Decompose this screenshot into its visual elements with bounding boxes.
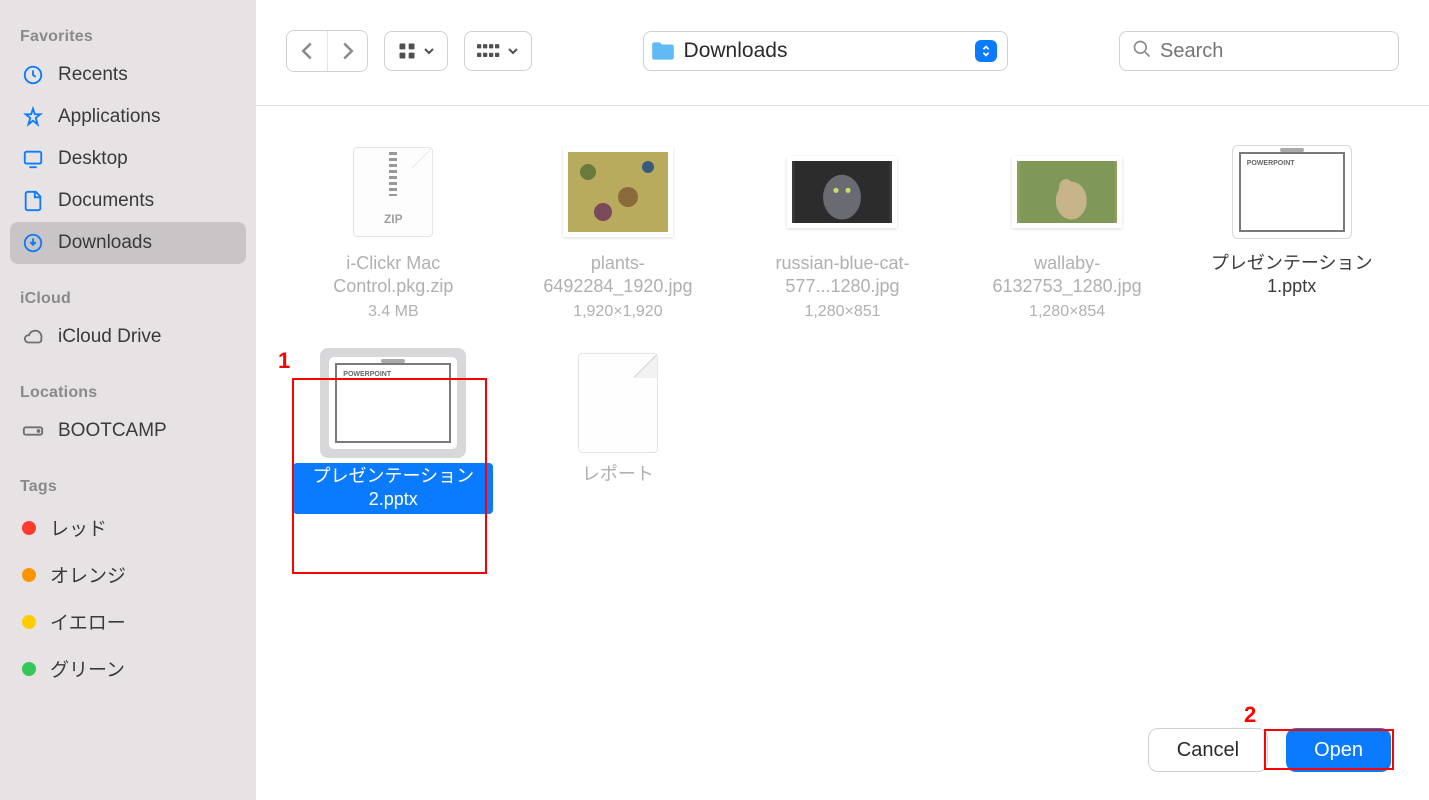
sidebar-item-label: Downloads — [58, 232, 152, 254]
file-name: plants-6492284_1920.jpg — [518, 252, 718, 299]
updown-chevron-icon — [975, 40, 997, 62]
nav-buttons — [286, 30, 368, 72]
chevron-down-icon — [507, 40, 519, 63]
file-meta: 3.4 MB — [368, 303, 419, 321]
annotation-box-2 — [1264, 729, 1394, 770]
image-thumbnail-icon — [787, 156, 897, 228]
tags-heading: Tags — [10, 470, 246, 504]
disk-icon — [22, 420, 44, 442]
sidebar-item-downloads[interactable]: Downloads — [10, 222, 246, 264]
sidebar-tag-red[interactable]: レッド — [10, 504, 246, 551]
folder-icon — [650, 40, 676, 62]
search-icon — [1132, 39, 1152, 64]
sidebar-item-applications[interactable]: Applications — [10, 96, 246, 138]
cancel-button[interactable]: Cancel — [1148, 728, 1268, 772]
sidebar-tag-label: イエロー — [50, 608, 126, 635]
search-bar[interactable] — [1119, 31, 1399, 71]
sidebar-item-label: Recents — [58, 64, 128, 86]
sidebar-item-label: Applications — [58, 106, 160, 128]
sidebar-item-icloud-drive[interactable]: iCloud Drive — [10, 316, 246, 358]
blank-document-icon — [578, 353, 658, 453]
sidebar-item-label: Documents — [58, 190, 154, 212]
sidebar-tag-label: レッド — [50, 514, 107, 541]
annotation-number-2: 2 — [1244, 702, 1256, 728]
location-text: Downloads — [684, 39, 968, 63]
search-input[interactable] — [1160, 40, 1386, 63]
file-name: i-Clickr Mac Control.pkg.zip — [293, 252, 493, 299]
pptx-file-icon: POWERPOINT — [1232, 145, 1352, 239]
file-item[interactable]: レポート — [511, 341, 726, 534]
sidebar-tag-label: オレンジ — [50, 561, 126, 588]
file-item[interactable]: ZIP i-Clickr Mac Control.pkg.zip 3.4 MB — [286, 130, 501, 341]
nav-back-button[interactable] — [287, 31, 327, 71]
favorites-heading: Favorites — [10, 20, 246, 54]
file-name: russian-blue-cat-577...1280.jpg — [742, 252, 942, 299]
file-meta: 1,280×851 — [804, 303, 880, 321]
file-name: プレゼンテーション1.pptx — [1192, 252, 1392, 299]
sidebar-tag-label: グリーン — [50, 655, 125, 682]
applications-icon — [22, 106, 44, 128]
file-name: レポート — [582, 463, 654, 486]
sidebar-item-label: BOOTCAMP — [58, 420, 167, 442]
sidebar-item-desktop[interactable]: Desktop — [10, 138, 246, 180]
download-icon — [22, 232, 44, 254]
sidebar-item-bootcamp[interactable]: BOOTCAMP — [10, 410, 246, 452]
sidebar-item-label: Desktop — [58, 148, 128, 170]
image-thumbnail-icon — [1012, 156, 1122, 228]
chevron-down-icon — [423, 40, 435, 63]
sidebar-tag-yellow[interactable]: イエロー — [10, 598, 246, 645]
sidebar: Favorites Recents Applications Desktop D… — [0, 0, 256, 800]
nav-forward-button[interactable] — [327, 31, 367, 71]
file-item[interactable]: plants-6492284_1920.jpg 1,920×1,920 — [511, 130, 726, 341]
tag-dot-icon — [22, 521, 36, 535]
sidebar-tag-green[interactable]: グリーン — [10, 645, 246, 692]
file-item[interactable]: wallaby-6132753_1280.jpg 1,280×854 — [960, 130, 1175, 341]
zip-file-icon: ZIP — [353, 147, 433, 237]
locations-heading: Locations — [10, 376, 246, 410]
tag-dot-icon — [22, 662, 36, 676]
toolbar-divider — [256, 105, 1429, 106]
location-dropdown[interactable]: Downloads — [643, 31, 1009, 71]
tag-dot-icon — [22, 568, 36, 582]
image-thumbnail-icon — [563, 147, 673, 237]
toolbar: Downloads — [256, 30, 1429, 72]
file-item[interactable]: russian-blue-cat-577...1280.jpg 1,280×85… — [735, 130, 950, 341]
file-meta: 1,280×854 — [1029, 303, 1105, 321]
document-icon — [22, 190, 44, 212]
file-item[interactable]: POWERPOINT プレゼンテーション1.pptx — [1184, 130, 1399, 341]
annotation-box-1 — [292, 378, 487, 574]
annotation-number-1: 1 — [278, 348, 290, 374]
sidebar-item-recents[interactable]: Recents — [10, 54, 246, 96]
clock-icon — [22, 64, 44, 86]
sidebar-tag-orange[interactable]: オレンジ — [10, 551, 246, 598]
view-group-button[interactable] — [464, 31, 532, 71]
icloud-heading: iCloud — [10, 282, 246, 316]
tag-dot-icon — [22, 615, 36, 629]
sidebar-item-label: iCloud Drive — [58, 326, 161, 348]
file-name: wallaby-6132753_1280.jpg — [967, 252, 1167, 299]
cloud-icon — [22, 326, 44, 348]
view-icon-button[interactable] — [384, 31, 448, 71]
sidebar-item-documents[interactable]: Documents — [10, 180, 246, 222]
desktop-icon — [22, 148, 44, 170]
file-meta: 1,920×1,920 — [573, 303, 662, 321]
